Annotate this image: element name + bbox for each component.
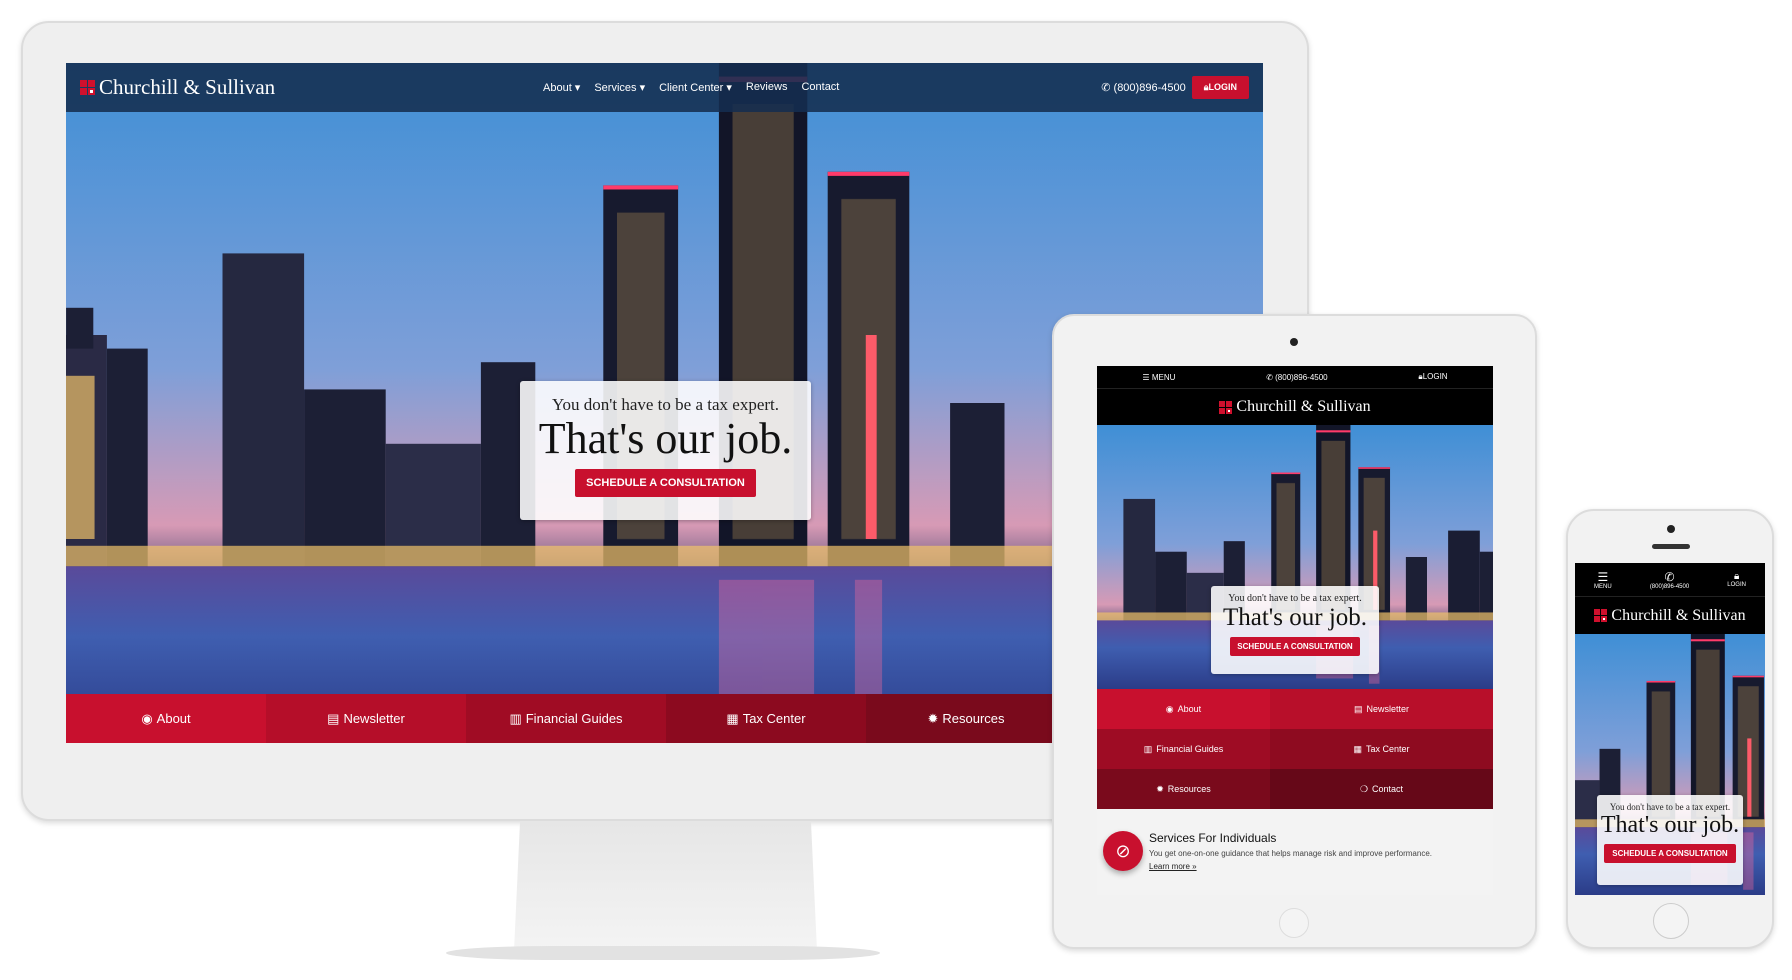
schedule-consultation-button[interactable]: SCHEDULE A CONSULTATION (575, 469, 756, 497)
tile-label: About (1177, 704, 1202, 714)
tablet-camera (1290, 338, 1298, 346)
phone-speaker (1652, 544, 1690, 549)
hero-subtitle: You don't have to be a tax expert. (1228, 593, 1362, 604)
lock-icon: 🔒︎ (1733, 571, 1740, 582)
user-circle-icon: ◉ (141, 710, 153, 726)
main-nav: About ▾ Services ▾ Client Center ▾ Reviews C… (543, 81, 839, 94)
caret-down-icon: ▾ (571, 82, 581, 94)
phone-screen: ☰ MENU ✆ (800)896-4500 🔒︎ LOGIN Churchill &… (1575, 563, 1765, 895)
phone-icon: ✆ (1664, 569, 1675, 584)
tile-label: Tax Center (1365, 744, 1410, 754)
tile-financial-guides[interactable]: ▥ Financial Guides (1097, 729, 1270, 769)
chat-icon: ❍ (1359, 783, 1369, 794)
hero-card: You don't have to be a tax expert. That'… (520, 381, 811, 520)
menu-button[interactable]: ☰ MENU (1142, 373, 1175, 382)
phone-hero: You don't have to be a tax expert. That'… (1575, 634, 1765, 895)
bar-chart-icon: ▥ (1143, 743, 1153, 754)
tile-label: Resources (1167, 784, 1211, 794)
tile-about[interactable]: ◉ About (66, 694, 266, 743)
logo-mark-icon (1219, 400, 1233, 414)
phone-link[interactable]: ✆ (800)896-4500 (1650, 570, 1689, 590)
brand-name: Churchill & Sullivan (99, 75, 276, 99)
tile-label: Newsletter (343, 711, 405, 726)
hero-subtitle: You don't have to be a tax expert. (551, 395, 779, 414)
tile-about[interactable]: ◉ About (1097, 689, 1270, 729)
phone-icon: ✆ (1101, 82, 1111, 94)
hamburger-icon: ☰ (1142, 372, 1150, 382)
tile-contact[interactable]: ❍ Contact (1270, 769, 1493, 809)
compass-icon: ⊘ (1103, 831, 1143, 871)
tile-label: Resources (942, 711, 1005, 726)
phone-home-button (1653, 903, 1689, 939)
tile-label: Tax Center (742, 711, 806, 726)
tablet-logo[interactable]: Churchill & Sullivan (1097, 389, 1493, 425)
tile-label: Financial Guides (525, 711, 623, 726)
logo-mark-icon (1594, 609, 1608, 622)
hero-subtitle: You don't have to be a tax expert. (1609, 802, 1731, 812)
tile-financial-guides[interactable]: ▥ Financial Guides (466, 694, 666, 743)
login-button[interactable]: 🔒︎LOGIN (1727, 571, 1746, 588)
nav-item-services[interactable]: Services ▾ (594, 81, 645, 94)
phone-camera (1667, 525, 1675, 533)
learn-more-link[interactable]: Learn more » (1149, 862, 1197, 871)
phone-topbar: ☰ MENU ✆ (800)896-4500 🔒︎ LOGIN (1575, 563, 1765, 597)
service-item: ⊘ Services For Individuals You get one-o… (1097, 809, 1493, 895)
hero-title: That's our job. (1600, 812, 1740, 838)
desktop-header: Churchill & Sullivan About ▾ Services ▾ Cl… (66, 63, 1263, 112)
tablet-hero: You don't have to be a tax expert. That'… (1097, 425, 1493, 689)
nav-item-reviews[interactable]: Reviews (746, 81, 788, 94)
tile-label: About (156, 711, 191, 726)
tablet-home-button (1279, 908, 1309, 938)
hero-card: You don't have to be a tax expert. That'… (1211, 586, 1379, 674)
hero-title: That's our job. (1222, 604, 1368, 631)
phone-link[interactable]: ✆ (800)896-4500 (1266, 373, 1327, 382)
tile-label: Newsletter (1366, 704, 1410, 714)
monitor-base (446, 946, 880, 960)
caret-down-icon: ▾ (636, 82, 646, 94)
phone-link[interactable]: ✆ (800)896-4500 (1101, 81, 1185, 94)
newspaper-icon: ▤ (1353, 703, 1363, 714)
service-title: Services For Individuals (1149, 831, 1277, 845)
phone-icon: ✆ (1266, 372, 1273, 382)
hamburger-icon: ☰ (1597, 569, 1609, 584)
calendar-icon: ▦ (1353, 743, 1362, 754)
newspaper-icon: ▤ (327, 710, 340, 726)
logo[interactable]: Churchill & Sullivan (80, 75, 275, 100)
tile-newsletter[interactable]: ▤ Newsletter (266, 694, 466, 743)
logo-mark-icon (80, 80, 95, 95)
calendar-icon: ▦ (726, 710, 739, 726)
gear-icon: ✹ (1156, 783, 1164, 794)
hero-title: That's our job. (538, 414, 793, 463)
phone-logo[interactable]: Churchill & Sullivan (1575, 597, 1765, 634)
nav-item-contact[interactable]: Contact (801, 81, 839, 94)
login-button[interactable]: 🔒︎LOGIN (1191, 76, 1249, 99)
tile-newsletter[interactable]: ▤ Newsletter (1270, 689, 1493, 729)
tablet-topbar: ☰ MENU ✆ (800)896-4500 🔒︎LOGIN (1097, 366, 1493, 389)
schedule-consultation-button[interactable]: SCHEDULE A CONSULTATION (1604, 844, 1736, 863)
tile-resources[interactable]: ✹ Resources (866, 694, 1066, 743)
login-button[interactable]: 🔒︎LOGIN (1418, 372, 1447, 382)
nav-item-client-center[interactable]: Client Center ▾ (659, 81, 732, 94)
tile-label: Financial Guides (1156, 744, 1224, 754)
tile-label: Contact (1372, 784, 1404, 794)
tile-tax-center[interactable]: ▦ Tax Center (1270, 729, 1493, 769)
monitor-stand (514, 821, 817, 951)
tile-tax-center[interactable]: ▦ Tax Center (666, 694, 866, 743)
menu-button[interactable]: ☰ MENU (1594, 570, 1612, 590)
service-text: You get one-on-one guidance that helps m… (1149, 849, 1432, 858)
tile-resources[interactable]: ✹ Resources (1097, 769, 1270, 809)
gear-icon: ✹ (927, 710, 939, 726)
user-circle-icon: ◉ (1165, 703, 1174, 714)
nav-item-about[interactable]: About ▾ (543, 81, 580, 94)
caret-down-icon: ▾ (723, 82, 732, 94)
tablet-screen: ☰ MENU ✆ (800)896-4500 🔒︎LOGIN Churchill… (1097, 366, 1493, 895)
hero-card: You don't have to be a tax expert. That'… (1597, 795, 1743, 885)
bar-chart-icon: ▥ (509, 710, 522, 726)
schedule-consultation-button[interactable]: SCHEDULE A CONSULTATION (1230, 637, 1360, 656)
